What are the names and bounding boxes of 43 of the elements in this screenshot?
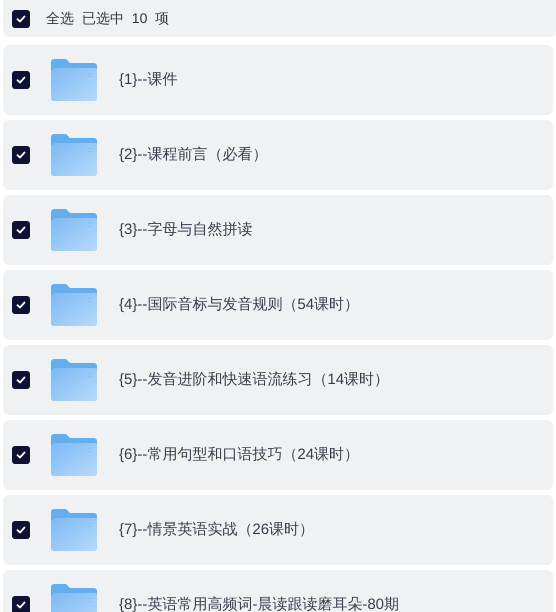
folder-name: {4}--国际音标与发音规则（54课时） [119, 294, 360, 315]
checkmark-icon [15, 299, 27, 311]
checkmark-icon [15, 12, 27, 24]
folder-name: {1}--课件 [119, 70, 178, 90]
checkbox[interactable] [12, 521, 30, 539]
folder-icon [51, 359, 97, 401]
checkmark-icon [15, 374, 27, 386]
checkmark-icon [15, 449, 27, 461]
folder-icon [51, 59, 97, 101]
checkbox[interactable] [12, 446, 30, 464]
folder-name: {5}--发音进阶和快速语流练习（14课时） [119, 370, 390, 390]
folder-row[interactable]: {5}--发音进阶和快速语流练习（14课时） [3, 345, 553, 415]
folder-icon [51, 509, 97, 551]
checkmark-icon [15, 224, 27, 236]
folder-icon [51, 134, 97, 176]
checkbox[interactable] [12, 10, 30, 28]
checkmark-icon [15, 524, 27, 536]
checkbox[interactable] [12, 596, 30, 612]
folder-name: {8}--英语常用高频词-晨读跟读磨耳朵-80期 [119, 594, 400, 612]
selected-count: 已选中 10 项 [82, 9, 170, 28]
folder-name: {2}--课程前言（必看） [119, 144, 268, 165]
checkbox[interactable] [12, 296, 30, 314]
folder-row[interactable]: {4}--国际音标与发音规则（54课时） [3, 270, 553, 340]
folder-row[interactable]: {7}--情景英语实战（26课时） [3, 495, 553, 565]
folder-name: {3}--字母与自然拼读 [119, 220, 252, 240]
checkmark-icon [15, 599, 27, 611]
folder-icon [51, 209, 97, 251]
folder-icon [51, 284, 97, 326]
checkbox[interactable] [12, 146, 30, 164]
folder-icon [51, 434, 97, 476]
folder-row[interactable]: {3}--字母与自然拼读 [3, 195, 553, 265]
folder-row[interactable]: {2}--课程前言（必看） [3, 120, 553, 190]
checkbox[interactable] [12, 221, 30, 239]
select-all-label: 全选 [46, 9, 74, 28]
folder-row[interactable]: {8}--英语常用高频词-晨读跟读磨耳朵-80期 [3, 570, 553, 612]
folder-name: {6}--常用句型和口语技巧（24课时） [119, 444, 360, 465]
checkbox[interactable] [12, 371, 30, 389]
checkmark-icon [15, 74, 27, 86]
folder-row[interactable]: {6}--常用句型和口语技巧（24课时） [3, 420, 553, 490]
folder-name: {7}--情景英语实战（26课时） [119, 520, 314, 540]
checkmark-icon [15, 149, 27, 161]
checkbox[interactable] [12, 71, 30, 89]
folder-row[interactable]: {1}--课件 [3, 45, 553, 115]
